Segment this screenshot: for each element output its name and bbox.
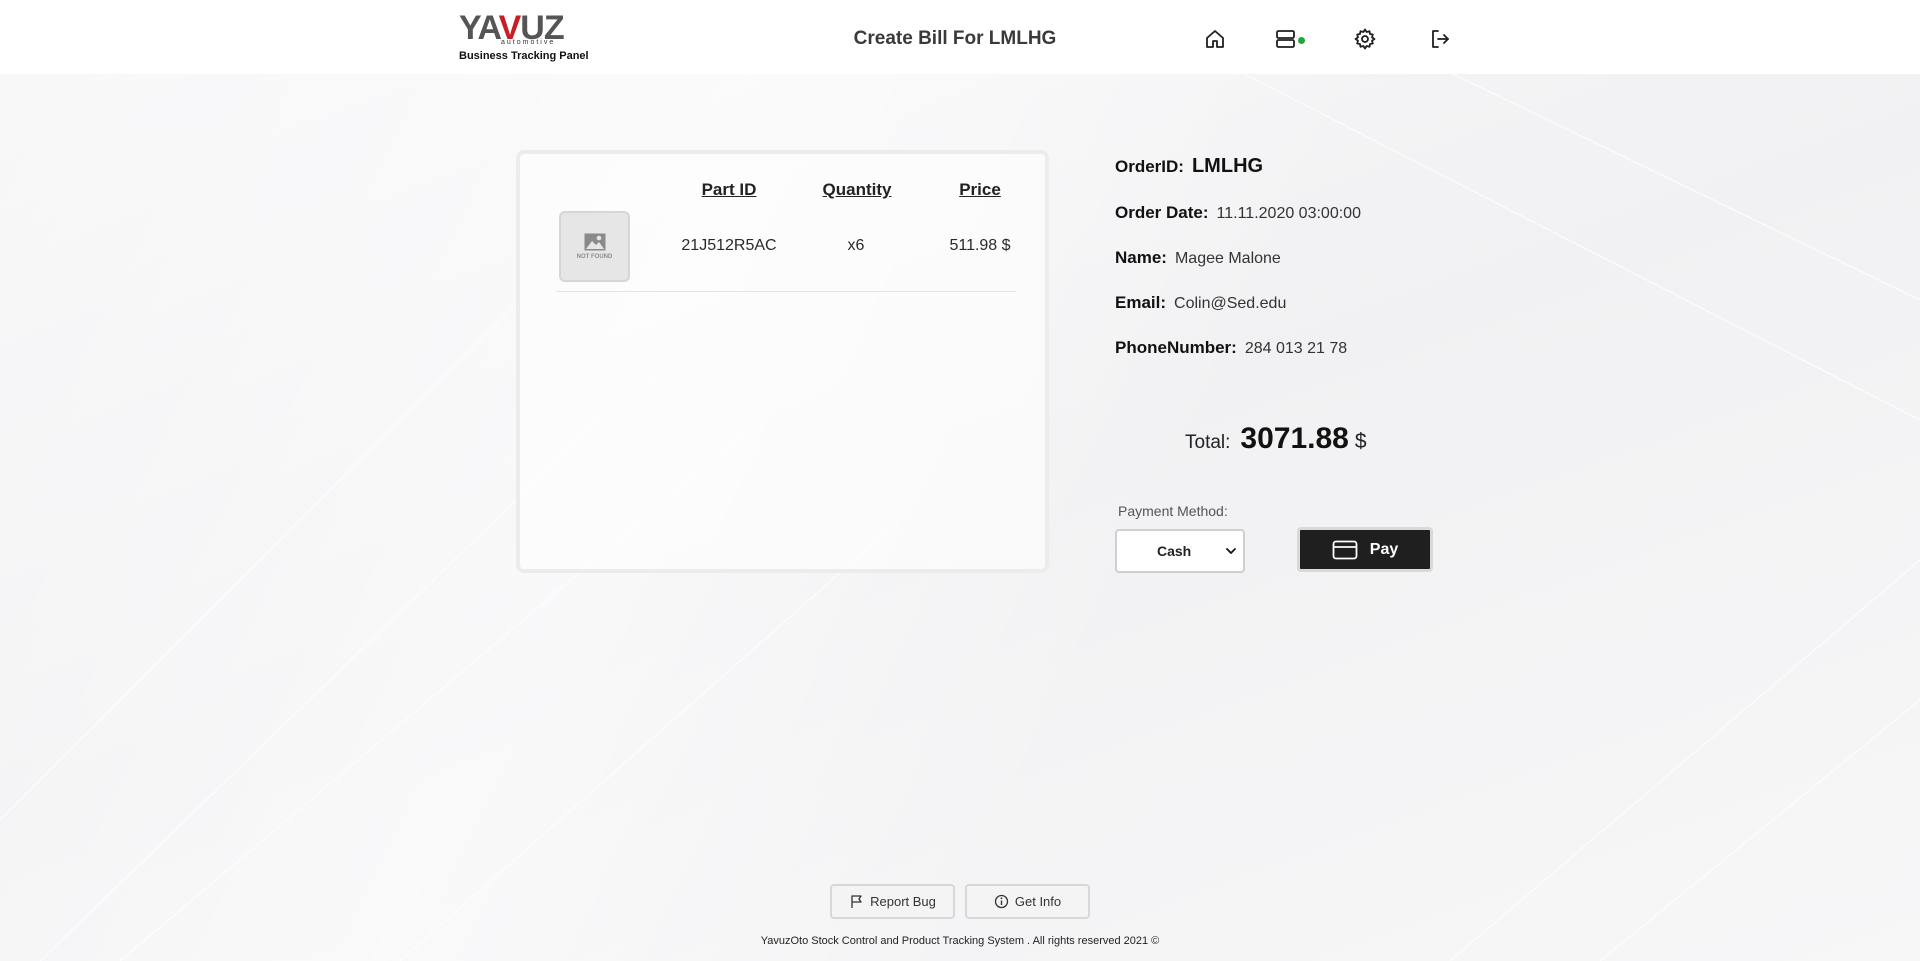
bill-items-card: Part ID Quantity Price NOT FOUND 21J512R… — [516, 150, 1049, 573]
gear-icon[interactable] — [1353, 27, 1377, 51]
logout-icon[interactable] — [1428, 27, 1452, 51]
panel-label: Business Tracking Panel — [459, 50, 589, 62]
column-header-price: Price — [959, 180, 1001, 199]
quantity-cell: x6 — [847, 237, 865, 254]
total-amount: Total: 3071.88 $ — [1185, 422, 1367, 456]
get-info-label: Get Info — [1014, 894, 1062, 909]
order-date-value: 11.11.2020 03:00:00 — [1216, 205, 1361, 222]
column-header-quantity: Quantity — [822, 180, 892, 199]
credit-card-icon — [1332, 540, 1358, 559]
order-date-row: Order Date: 11.11.2020 03:00:00 — [1115, 203, 1361, 223]
total-value: 3071.88 — [1240, 422, 1349, 455]
part-image: NOT FOUND — [559, 211, 630, 282]
email-label: Email: — [1115, 293, 1167, 312]
phone-row: PhoneNumber: 284 013 21 78 — [1115, 338, 1347, 358]
order-id-value: LMLHG — [1191, 155, 1264, 177]
report-bug-button[interactable]: Report Bug — [830, 884, 955, 919]
top-header: YAVUZ automotive Business Tracking Panel… — [0, 0, 1920, 74]
part-id-cell: 21J512R5AC — [681, 237, 777, 254]
phone-value: 284 013 21 78 — [1244, 340, 1348, 357]
phone-label: PhoneNumber: — [1115, 338, 1237, 357]
image-placeholder-icon — [584, 233, 605, 251]
page-title: Create Bill For LMLHG — [853, 28, 1057, 49]
customer-name-label: Name: — [1115, 248, 1167, 267]
server-icon[interactable] — [1274, 27, 1298, 51]
copyright-text: YavuzOto Stock Control and Product Track… — [760, 935, 1160, 947]
flag-icon — [851, 895, 862, 908]
customer-name-value: Magee Malone — [1174, 250, 1281, 267]
payment-method-select[interactable]: Cash — [1115, 529, 1245, 573]
customer-name-row: Name: Magee Malone — [1115, 248, 1281, 268]
order-id-label: OrderID: — [1115, 157, 1184, 176]
report-bug-label: Report Bug — [870, 894, 936, 909]
home-icon[interactable] — [1203, 27, 1227, 51]
total-currency: $ — [1354, 430, 1367, 453]
order-id-row: OrderID: LMLHG — [1115, 155, 1263, 178]
get-info-button[interactable]: Get Info — [965, 884, 1090, 919]
total-label: Total: — [1185, 432, 1231, 453]
image-not-found-label: NOT FOUND — [576, 254, 613, 260]
email-row: Email: Colin@Sed.edu — [1115, 293, 1286, 313]
pay-button-label: Pay — [1369, 540, 1399, 558]
info-icon — [994, 894, 1009, 909]
email-value: Colin@Sed.edu — [1174, 295, 1287, 312]
pay-button[interactable]: Pay — [1297, 527, 1433, 572]
column-header-part-id: Part ID — [701, 180, 757, 199]
order-date-label: Order Date: — [1115, 203, 1209, 222]
payment-method-label: Payment Method: — [1118, 503, 1228, 519]
table-row: NOT FOUND 21J512R5AC x6 511.98 $ — [556, 206, 1016, 292]
price-cell: 511.98 $ — [949, 237, 1011, 254]
status-indicator — [1298, 37, 1305, 44]
